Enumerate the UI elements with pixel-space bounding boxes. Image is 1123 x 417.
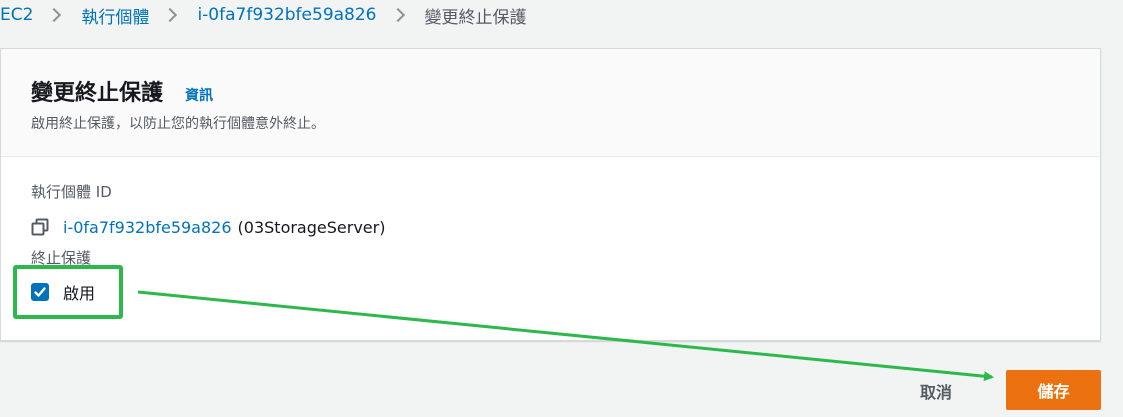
breadcrumb-instances[interactable]: 執行個體: [81, 3, 149, 28]
checkmark-icon: [34, 287, 46, 297]
panel-body: 執行個體 ID i-0fa7f932bfe59a826 (03StorageSe…: [1, 157, 1100, 305]
panel-description: 啟用終止保護，以防止您的執行個體意外終止。: [31, 116, 325, 132]
instance-name: (03StorageServer): [237, 217, 386, 237]
enable-checkbox[interactable]: [31, 283, 49, 301]
copy-icon[interactable]: [31, 218, 49, 236]
cancel-button[interactable]: 取消: [912, 376, 960, 406]
info-link[interactable]: 資訊: [185, 85, 213, 105]
chevron-right-icon: [163, 7, 178, 23]
termination-protection-label: 終止保護: [31, 249, 92, 267]
enable-checkbox-label[interactable]: 啟用: [63, 280, 95, 304]
instance-id-row: i-0fa7f932bfe59a826 (03StorageServer): [31, 215, 1100, 239]
save-button[interactable]: 儲存: [1006, 370, 1101, 410]
page-title: 變更終止保護: [31, 81, 164, 106]
chevron-right-icon: [47, 7, 62, 23]
breadcrumb-ec2[interactable]: EC2: [0, 5, 33, 25]
panel-header: 變更終止保護 資訊 啟用終止保護，以防止您的執行個體意外終止。: [1, 49, 1100, 157]
enable-checkbox-row[interactable]: 啟用: [31, 279, 1100, 305]
termination-protection-panel: 變更終止保護 資訊 啟用終止保護，以防止您的執行個體意外終止。 執行個體 ID …: [0, 48, 1101, 341]
chevron-right-icon: [390, 7, 405, 23]
instance-id-link[interactable]: i-0fa7f932bfe59a826: [63, 218, 232, 237]
breadcrumb: EC2 執行個體 i-0fa7f932bfe59a826 變更終止保護: [0, 0, 527, 30]
breadcrumb-instance-id[interactable]: i-0fa7f932bfe59a826: [197, 5, 376, 25]
breadcrumb-current-page: 變更終止保護: [424, 7, 527, 28]
instance-id-label: 執行個體 ID: [31, 183, 112, 201]
